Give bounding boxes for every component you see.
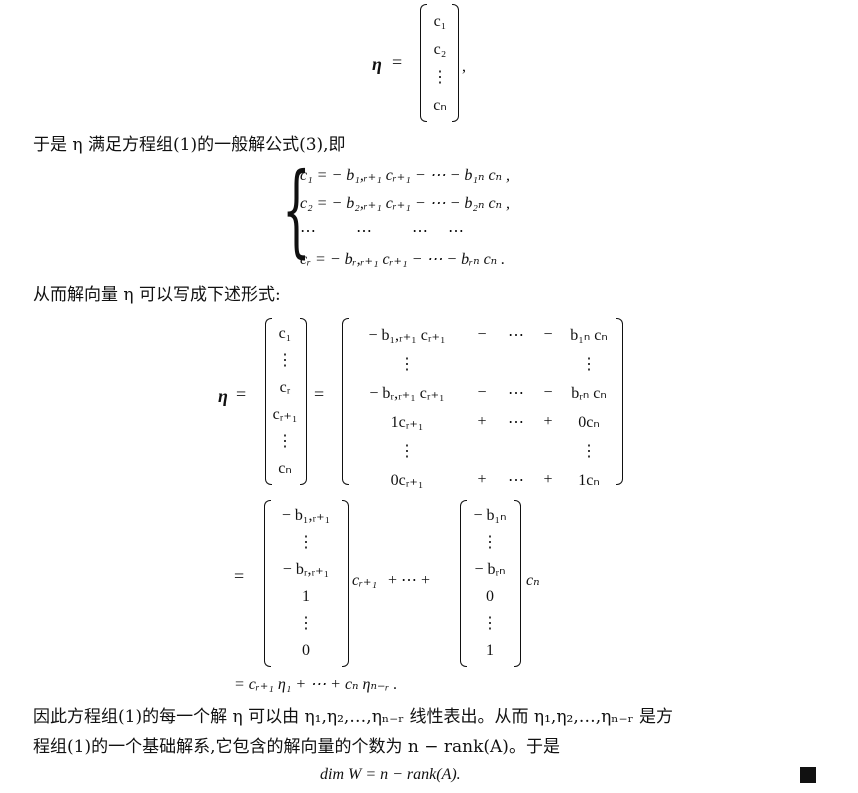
vector-big-left: c₁ ⋮ cᵣ cᵣ₊₁ ⋮ cₙ — [270, 320, 300, 482]
coefficient-b: cₙ — [526, 572, 540, 589]
matrix-cell: b₁ₙ cₙ — [570, 326, 608, 344]
matrix-cell: 1cᵣ₊₁ — [390, 413, 424, 431]
vector-entry: − bᵣₙ — [474, 561, 506, 578]
matrix-cell: ⋯ — [508, 413, 524, 431]
big-matrix: − b₁,ᵣ₊₁ cᵣ₊₁ − ⋯ − b₁ₙ cₙ ⋮ ⋮ − bᵣ,ᵣ₊₁ cᵣ₊₁ −… — [350, 320, 614, 494]
vector-entry: ⋮ — [277, 433, 293, 450]
vector-b: − b₁ₙ ⋮ − bᵣₙ 0 ⋮ 1 — [466, 502, 514, 664]
vector-bracket-right — [514, 500, 521, 667]
matrix-cell: − — [477, 325, 487, 343]
system-row: cᵣ = − bᵣ,ᵣ₊₁ cᵣ₊₁ − ⋯ − bᵣₙ cₙ . — [300, 251, 506, 268]
matrix-bracket-right — [616, 318, 623, 485]
equation-system: c₁ = − b₁,ᵣ₊₁ cᵣ₊₁ − ⋯ − b₁ₙ cₙ , c₂ = −… — [300, 162, 510, 274]
matrix-cell: − — [543, 325, 553, 343]
vector-entry: ⋮ — [482, 534, 498, 551]
matrix-cell — [464, 436, 500, 465]
qed-square — [800, 767, 816, 783]
dim-equation: dim W = n − rank(A). — [320, 766, 461, 783]
vector-entry: − b₁,ᵣ₊₁ — [281, 507, 331, 524]
vector-entry: c₂ — [433, 41, 447, 58]
vector-entry: − bᵣ,ᵣ₊₁ — [282, 561, 330, 578]
matrix-cell: 1cₙ — [578, 471, 600, 489]
vector-entry: c₁ — [433, 13, 447, 30]
plus-dots: + ⋯ + — [388, 572, 431, 589]
matrix-cell — [532, 349, 564, 378]
matrix-cell: ⋮ — [399, 355, 415, 373]
vector-entry: ⋮ — [298, 534, 314, 551]
system-row: c₁ = − b₁,ᵣ₊₁ cᵣ₊₁ − ⋯ − b₁ₙ cₙ , — [300, 167, 511, 184]
vector-bracket-right — [342, 500, 349, 667]
equals-sign: = — [234, 566, 245, 586]
vector-entry: 1 — [302, 588, 310, 605]
matrix-cell: ⋯ — [508, 471, 524, 489]
equals-sign: = — [314, 384, 325, 404]
matrix-cell: + — [477, 470, 487, 488]
text-line-2: 从而解向量 η 可以写成下述形式: — [33, 285, 281, 305]
vector-entry: ⋮ — [277, 352, 293, 369]
text-line-4: 程组(1)的一个基础解系,它包含的解向量的个数为 n − rank(A)。于是 — [33, 737, 560, 757]
matrix-cell: ⋮ — [581, 355, 597, 373]
vector-entry: 1 — [486, 642, 494, 659]
vector-entry: cₙ — [278, 460, 292, 477]
vector-entry: cᵣ₊₁ — [272, 406, 298, 423]
matrix-cell: ⋮ — [399, 442, 415, 460]
coefficient-a: cᵣ₊₁ — [352, 572, 378, 589]
vector-entry: 0 — [486, 588, 494, 605]
vector-entry: c₁ — [278, 325, 292, 342]
final-combination: = cᵣ₊₁ η₁ + ⋯ + cₙ ηₙ₋ᵣ . — [234, 676, 398, 693]
matrix-cell: + — [477, 412, 487, 430]
eta-symbol: η — [372, 54, 382, 74]
matrix-cell — [532, 436, 564, 465]
matrix-cell: ⋯ — [508, 384, 524, 402]
matrix-cell — [500, 349, 532, 378]
vector-entry: ⋮ — [298, 615, 314, 632]
matrix-cell: − — [543, 383, 553, 401]
matrix-bracket-right — [300, 318, 307, 485]
comma: , — [462, 58, 466, 75]
vector-entry: ⋮ — [432, 69, 448, 86]
matrix-cell: − bᵣ,ᵣ₊₁ cᵣ₊₁ — [369, 384, 445, 402]
vector-entry: cₙ — [433, 97, 447, 114]
vector-entry: ⋮ — [482, 615, 498, 632]
matrix-bracket-left — [342, 318, 349, 485]
vector-entry: cᵣ — [279, 379, 291, 396]
vector-entry: 0 — [302, 642, 310, 659]
vector-bracket-right — [452, 4, 459, 122]
matrix-cell: bᵣₙ cₙ — [571, 384, 607, 402]
equals-sign: = — [392, 52, 403, 72]
eta-symbol: η — [218, 386, 228, 406]
text-line-3: 因此方程组(1)的每一个解 η 可以由 η₁,η₂,…,ηₙ₋ᵣ 线性表出。从而… — [33, 707, 673, 727]
equals-sign: = — [236, 384, 247, 404]
matrix-cell — [464, 349, 500, 378]
vector-a: − b₁,ᵣ₊₁ ⋮ − bᵣ,ᵣ₊₁ 1 ⋮ 0 — [270, 502, 342, 664]
matrix-cell: ⋮ — [581, 442, 597, 460]
matrix-cell: − b₁,ᵣ₊₁ cᵣ₊₁ — [368, 326, 446, 344]
matrix-cell: + — [543, 470, 553, 488]
matrix-cell — [500, 436, 532, 465]
matrix-cell: − — [477, 383, 487, 401]
system-row: c₂ = − b₂,ᵣ₊₁ cᵣ₊₁ − ⋯ − b₂ₙ cₙ , — [300, 195, 511, 212]
matrix-cell: 0cᵣ₊₁ — [390, 471, 424, 489]
vector-top: c₁ c₂ ⋮ cₙ — [428, 8, 452, 120]
matrix-cell: 0cₙ — [578, 413, 600, 431]
matrix-cell: + — [543, 412, 553, 430]
system-row: ⋯ ⋯ ⋯ ⋯ — [300, 223, 464, 240]
matrix-cell: ⋯ — [508, 326, 524, 344]
vector-bracket-left — [420, 4, 427, 122]
vector-entry: − b₁ₙ — [473, 507, 507, 524]
